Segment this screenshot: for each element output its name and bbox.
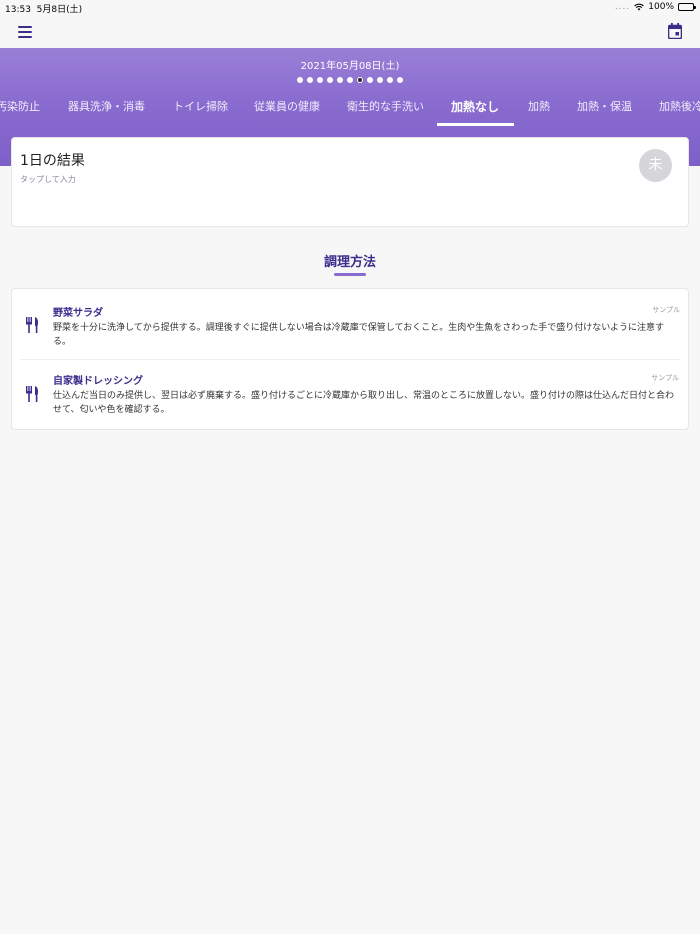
wifi-icon	[634, 3, 645, 11]
tab-cooling-after-heating[interactable]: 加熱後冷	[659, 94, 700, 126]
status-badge: 未	[639, 149, 672, 182]
utensils-icon	[26, 386, 39, 402]
tab-no-heating[interactable]: 加熱なし	[451, 94, 499, 126]
app-bar	[0, 16, 700, 48]
page-dot[interactable]	[347, 77, 353, 83]
page-dot[interactable]	[357, 77, 363, 83]
page-dot[interactable]	[297, 77, 303, 83]
tab-employee-health[interactable]: 従業員の健康	[254, 94, 320, 126]
list-item[interactable]: 自家製ドレッシング サンプル 仕込んだ当日のみ提供し、翌日は必ず廃棄する。盛り付…	[21, 359, 680, 431]
active-tab-underline	[437, 123, 514, 126]
section-title: 調理方法	[323, 255, 376, 270]
page-dot[interactable]	[307, 77, 313, 83]
result-title: 1日の結果	[20, 153, 85, 169]
method-name: 野菜サラダ	[53, 308, 103, 319]
current-date: 2021年05月08日(土)	[300, 61, 400, 72]
battery-percent: 100%	[648, 2, 674, 12]
sample-tag: サンプル	[651, 374, 679, 382]
result-hint: タップして入力	[20, 175, 76, 184]
page-dot[interactable]	[367, 77, 373, 83]
utensils-icon	[26, 317, 39, 333]
signal-dots: ....	[614, 2, 631, 12]
category-tabs: 汚染防止 器具洗浄・消毒 トイレ掃除 従業員の健康 衛生的な手洗い 加熱なし 加…	[0, 94, 700, 126]
status-right: .... 100%	[614, 2, 696, 12]
page-dot[interactable]	[387, 77, 393, 83]
tab-toilet-cleaning[interactable]: トイレ掃除	[173, 94, 228, 126]
tab-contamination-prevention[interactable]: 汚染防止	[0, 94, 40, 126]
method-name: 自家製ドレッシング	[53, 376, 143, 387]
page-dot[interactable]	[397, 77, 403, 83]
tab-hand-washing[interactable]: 衛生的な手洗い	[347, 94, 424, 126]
page-dot[interactable]	[327, 77, 333, 83]
status-bar: 13:53 5月8日(土) .... 100%	[0, 0, 700, 16]
daily-result-card[interactable]: 1日の結果 タップして入力 未	[11, 137, 689, 227]
battery-icon	[678, 3, 696, 11]
section-underline	[334, 273, 366, 276]
page-indicator	[0, 77, 700, 83]
calendar-icon[interactable]	[668, 23, 682, 39]
method-description: 仕込んだ当日のみ提供し、翌日は必ず廃棄する。盛り付けるごとに冷蔵庫から取り出し、…	[53, 391, 675, 415]
method-description: 野菜を十分に洗浄してから提供する。調理後すぐに提供しない場合は冷蔵庫で保管してお…	[53, 323, 665, 347]
page-dot[interactable]	[377, 77, 383, 83]
tab-heating[interactable]: 加熱	[528, 94, 550, 126]
status-time-date: 13:53 5月8日(土)	[5, 5, 83, 15]
tab-utensil-washing[interactable]: 器具洗浄・消毒	[68, 94, 145, 126]
page-dot[interactable]	[337, 77, 343, 83]
page-dot[interactable]	[317, 77, 323, 83]
list-item[interactable]: 野菜サラダ サンプル 野菜を十分に洗浄してから提供する。調理後すぐに提供しない場…	[12, 289, 690, 359]
tab-heating-warming[interactable]: 加熱・保温	[577, 94, 632, 126]
sample-tag: サンプル	[652, 306, 680, 314]
cooking-method-list: 野菜サラダ サンプル 野菜を十分に洗浄してから提供する。調理後すぐに提供しない場…	[11, 288, 689, 430]
menu-icon[interactable]	[18, 26, 32, 38]
